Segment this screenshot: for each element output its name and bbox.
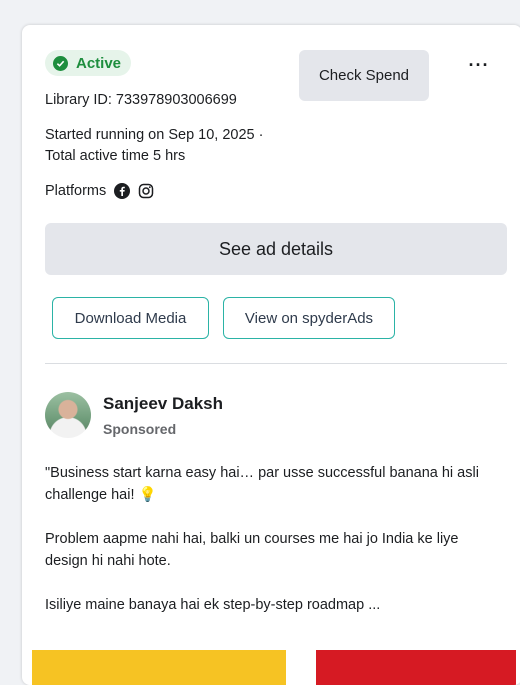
- advertiser-name[interactable]: Sanjeev Daksh: [103, 394, 223, 414]
- download-media-button[interactable]: Download Media: [52, 297, 209, 339]
- library-id: Library ID: 733978903006699: [45, 92, 237, 108]
- view-on-spyderads-button[interactable]: View on spyderAds: [223, 297, 395, 339]
- ad-paragraph: Isiliye maine banaya hai ek step-by-step…: [45, 597, 381, 613]
- avatar[interactable]: [45, 392, 91, 438]
- status-label: Active: [76, 54, 122, 72]
- facebook-icon: [114, 183, 131, 199]
- status-badge: Active: [45, 50, 132, 76]
- divider: [45, 363, 507, 364]
- see-ad-details-button[interactable]: See ad details: [45, 223, 507, 275]
- creative-preview-yellow: [32, 650, 286, 685]
- check-circle-icon: [53, 55, 68, 71]
- ad-body-text: "Business start karna easy hai… par usse…: [45, 462, 495, 638]
- more-options-icon[interactable]: ···: [464, 53, 494, 77]
- creative-preview-red: [316, 650, 516, 685]
- platforms-label: Platforms: [45, 183, 107, 199]
- run-info: Started running on Sep 10, 2025 · Total …: [45, 127, 264, 164]
- ad-paragraph: "Business start karna easy hai… par usse…: [45, 465, 479, 503]
- check-spend-button[interactable]: Check Spend: [299, 50, 429, 101]
- ad-card: Active Library ID: 733978903006699 Start…: [22, 25, 520, 685]
- platforms-row: Platforms: [45, 183, 154, 199]
- sponsored-label: Sponsored: [103, 421, 177, 437]
- instagram-icon: [138, 183, 154, 199]
- ad-paragraph: Problem aapme nahi hai, balki un courses…: [45, 531, 459, 569]
